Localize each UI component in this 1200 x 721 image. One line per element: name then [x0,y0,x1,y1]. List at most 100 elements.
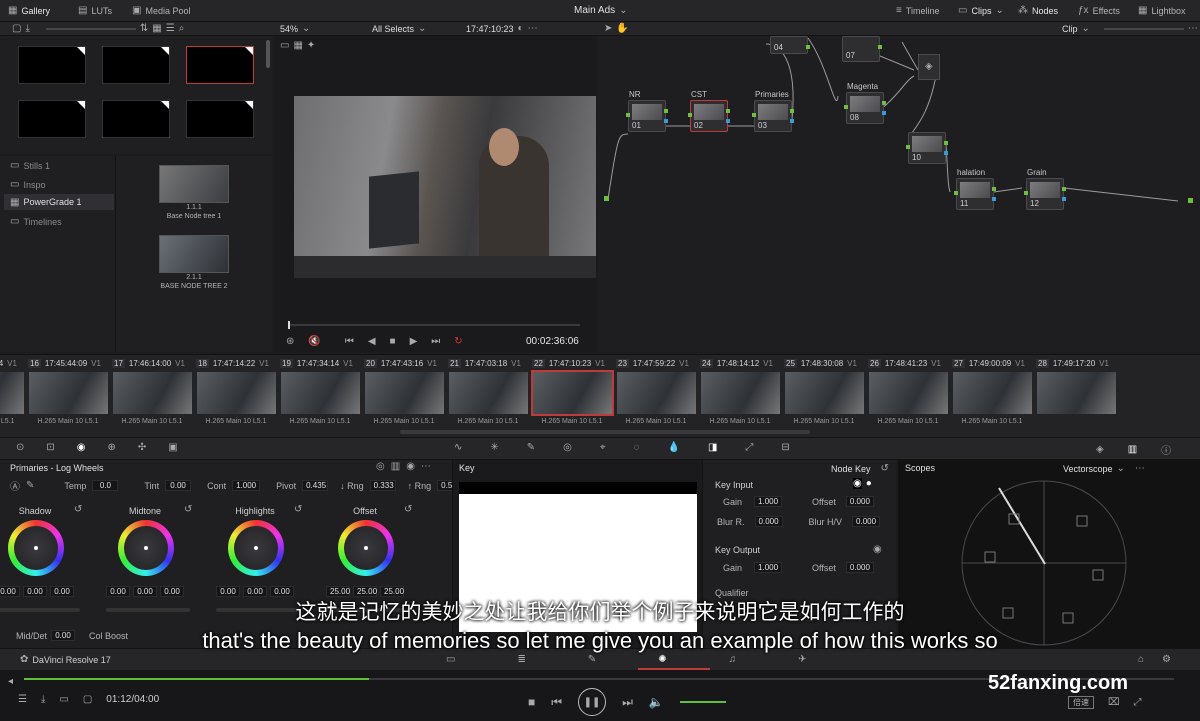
keyframes-icon[interactable]: ⓘ [1161,442,1171,457]
clip-strip-scrollbar[interactable] [400,430,810,434]
settings-icon[interactable]: ⚙ [1162,654,1171,665]
node-cst[interactable]: CST 02 [688,90,730,132]
motion-effects-icon[interactable]: ✣ [138,442,146,453]
key-output-offset[interactable]: 0.000 [845,562,874,573]
still-thumbnail[interactable] [18,46,86,84]
contrast-field[interactable]: 1.000 [232,480,261,491]
clip-thumbnail[interactable]: 28 17:49:17:20 V1 [1034,356,1118,434]
still-thumbnail-selected[interactable] [186,46,254,84]
clip-thumbnail[interactable]: 23 17:47:59:22 V1 H.265 Main 10 L5.1 [614,356,698,434]
playback-options-icon[interactable]: ⊛ [286,336,294,347]
info-icon[interactable]: ◈ [1096,444,1104,455]
tab-effects[interactable]: ƒx Effects [1078,5,1120,16]
still-thumbnail[interactable] [102,100,170,138]
snapshot-icon[interactable]: ⌧ [1108,697,1120,708]
clip-thumbnail[interactable]: 19 17:47:34:14 V1 H.265 Main 10 L5.1 [278,356,362,434]
color-wheel[interactable] [118,520,174,576]
go-to-start-icon[interactable]: ⏮ [345,336,354,347]
more-icon[interactable]: ⋯ [421,461,431,472]
node-10[interactable]: 10 [906,132,948,164]
camera-raw-icon[interactable]: ⊙ [16,442,24,453]
album-item-selected[interactable]: ▦ PowerGrade 1 [4,194,114,210]
previous-icon[interactable]: ⏮ [551,695,562,710]
album-item[interactable]: ▭ Stills 1 [10,160,50,171]
reset-icon[interactable]: ↺ [184,504,192,515]
highlight-icon[interactable]: ✦ [307,40,315,51]
clip-thumbnail[interactable]: 22 17:47:10:23 V1 H.265 Main 10 L5.1 [530,356,614,434]
auto-balance-icon[interactable]: Ⓐ [10,478,20,493]
reset-icon[interactable]: ↺ [881,463,889,474]
node-graph[interactable]: NR 01 CST 02 Primaries 03 04 07 Magenta 08 ◈… [598,36,1200,352]
reset-icon[interactable]: ↺ [74,504,82,515]
node-04[interactable]: 04 [770,36,810,54]
pointer-icon[interactable]: ➤ [604,23,612,34]
bars-mode-icon[interactable]: ▥ [391,461,400,472]
tab-gallery[interactable]: ▦ Gallery [8,5,50,16]
download-icon[interactable]: ⤓ [41,694,45,705]
color-wheel[interactable] [338,520,394,576]
grab-still-icon[interactable]: ⤓ [25,23,29,34]
go-to-end-icon[interactable]: ⏭ [431,336,440,347]
hand-icon[interactable]: ✋ [616,23,628,34]
key-input-offset[interactable]: 0.000 [845,496,874,507]
node-07[interactable]: 07 [842,36,882,62]
tab-media-pool[interactable]: ▣ Media Pool [132,5,190,16]
still-thumbnail[interactable] [159,165,229,203]
viewer-image[interactable] [294,96,596,278]
3d-icon[interactable]: ⊟ [781,442,789,453]
more-icon[interactable]: ⋯ [1135,463,1145,474]
play-icon[interactable]: ▶ [410,336,418,347]
key-invert-icon[interactable]: ◉ [853,478,862,489]
node-nr[interactable]: NR 01 [626,90,668,132]
key-mask-icon[interactable]: ● [866,478,872,489]
search-icon[interactable]: ⌕ [179,23,185,34]
fairlight-page-icon[interactable]: ♫ [729,654,737,665]
node-magenta[interactable]: Magenta 08 [844,82,886,124]
volume-icon[interactable]: 🔈 [649,695,664,709]
color-page-icon[interactable]: ✺ [658,654,666,665]
stop-icon[interactable]: ■ [528,695,535,709]
color-wheel[interactable] [228,520,284,576]
color-warper-icon[interactable]: ✳ [490,442,498,453]
clip-thumbnail[interactable]: 18 17:47:14:22 V1 H.265 Main 10 L5.1 [194,356,278,434]
clip-thumbnail[interactable]: 20 17:47:43:16 V1 H.265 Main 10 L5.1 [362,356,446,434]
mute-icon[interactable]: 🔇 [308,336,320,347]
pivot-field[interactable]: 0.435 [302,480,329,491]
zoom-select[interactable]: 54% ⌄ [280,23,310,34]
next-icon[interactable]: ⏭ [622,695,633,710]
tab-clips[interactable]: ▭ Clips ⌄ [958,5,1004,16]
hdr-icon[interactable]: ▣ [168,442,177,453]
color-picker-icon[interactable]: ◐ [518,23,524,34]
album-item[interactable]: ▭ Inspo [10,179,45,190]
key-output-toggle[interactable]: ◉ [873,544,882,555]
magic-mask-icon[interactable]: ◌ [634,442,640,453]
list-icon[interactable]: ☰ [18,694,27,705]
node-grain[interactable]: Grain 12 [1024,168,1066,210]
screen-icon[interactable]: ▭ [59,694,68,705]
color-wheel[interactable] [8,520,64,576]
key-blur-hv[interactable]: 0.000 [852,516,881,527]
project-title[interactable]: Main Ads ⌄ [574,5,628,16]
clip-thumbnail[interactable]: 17 17:46:14:00 V1 H.265 Main 10 L5.1 [110,356,194,434]
clip-thumbnail[interactable]: 25 17:48:30:08 V1 H.265 Main 10 L5.1 [782,356,866,434]
loop-icon[interactable]: ↻ [454,336,462,347]
wheel-handle[interactable] [254,546,258,550]
selects-dropdown[interactable]: All Selects ⌄ [372,23,426,34]
image-wipe-icon[interactable]: ▭ [280,40,289,51]
layout-icon[interactable]: ▢ [12,23,21,34]
volume-slider[interactable] [679,701,726,703]
stop-icon[interactable]: ■ [390,336,396,347]
reverse-icon[interactable]: ◀ [368,336,376,347]
fusion-page-icon[interactable]: ✎ [588,654,596,665]
clip-thumbnail[interactable]: 26 17:48:41:23 V1 H.265 Main 10 L5.1 [866,356,950,434]
fullscreen-icon[interactable]: ⤢ [1134,697,1142,708]
rgb-mixer-icon[interactable]: ⊕ [108,442,116,453]
more-icon[interactable]: ⋯ [1188,23,1198,34]
tracker-icon[interactable]: ⌖ [600,442,606,453]
clip-thumbnail[interactable]: 1517:44:59:14V1 H.265 Main 10 L5.1 [0,356,26,434]
key-icon[interactable]: ◨ [708,442,717,453]
sizing-icon[interactable]: ⤢ [745,442,753,453]
viewer-scrubber[interactable] [288,321,580,329]
color-match-icon[interactable]: ⊡ [46,442,54,453]
key-output-gain[interactable]: 1.000 [754,562,783,573]
